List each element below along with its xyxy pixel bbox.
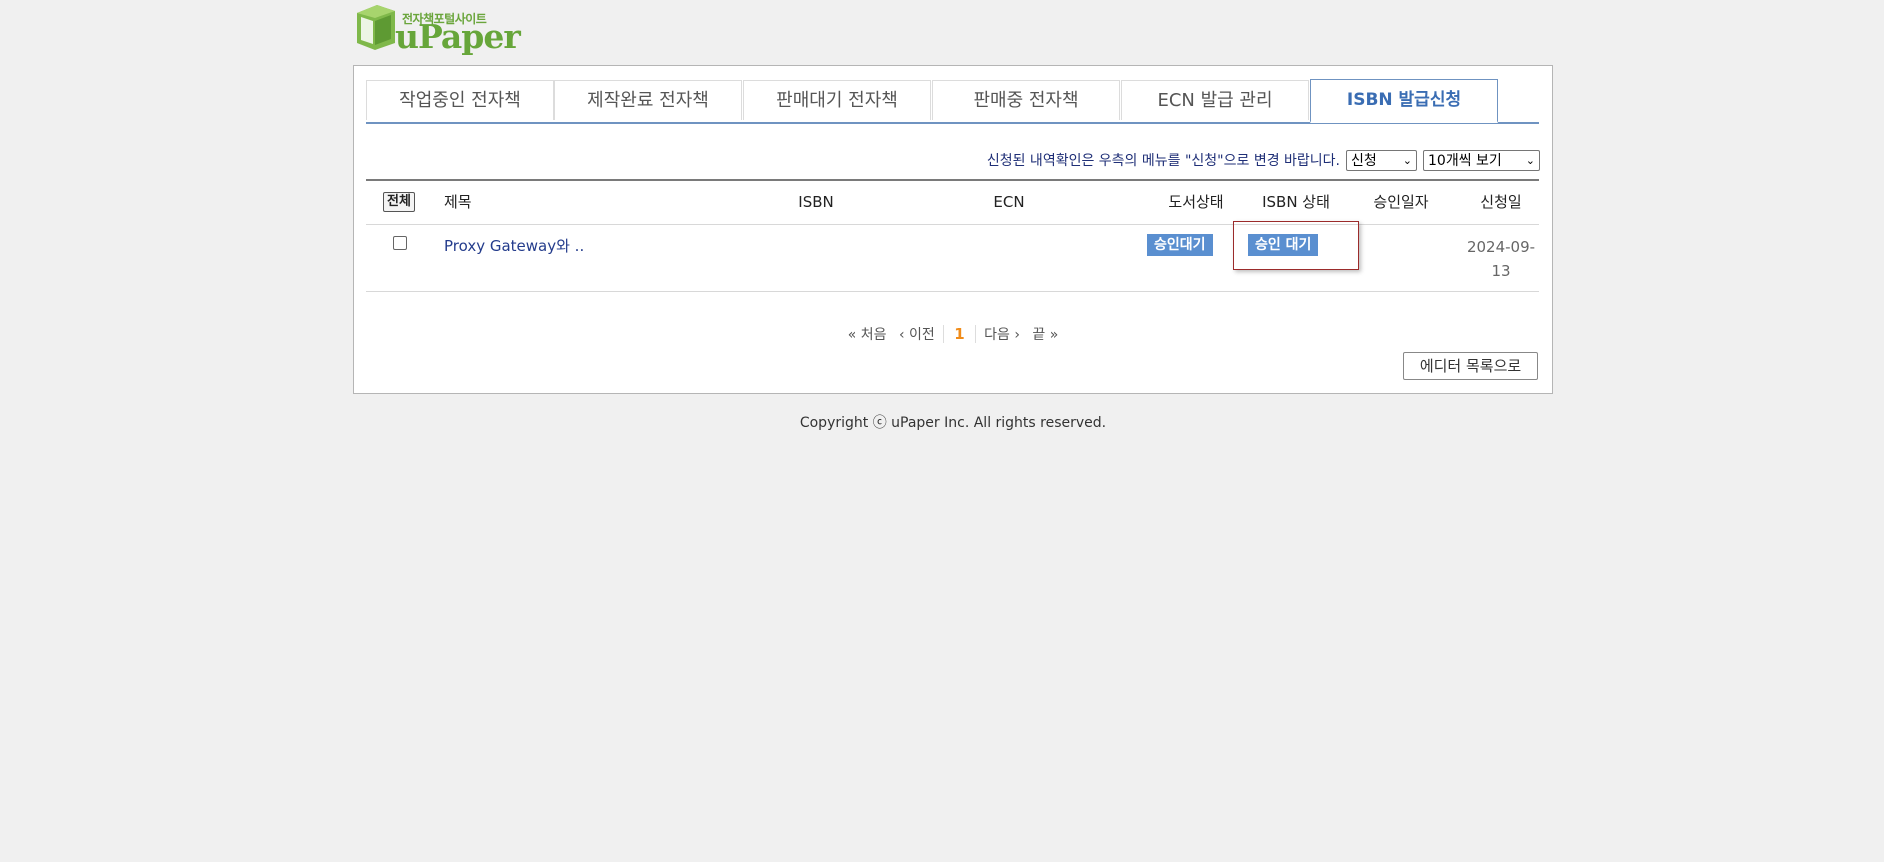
tab-ecn-management[interactable]: ECN 발급 관리	[1121, 80, 1309, 120]
header-book-status: 도서상태	[1168, 193, 1224, 211]
pager-prev[interactable]: ‹ 이전	[899, 324, 935, 344]
header-ecn: ECN	[993, 193, 1025, 211]
tab-isbn-request[interactable]: ISBN 발급신청	[1310, 79, 1498, 123]
pagination: « 처음 ‹ 이전 1 다음 › 끝 »	[354, 324, 1552, 344]
header-isbn-status: ISBN 상태	[1262, 193, 1330, 211]
isbn-request-table: 전체 제목 ISBN ECN 도서상태 ISBN 상태 승인일자 신청일 Pro…	[366, 179, 1539, 292]
status-select[interactable]: 신청 ⌄	[1346, 149, 1417, 171]
tab-in-progress[interactable]: 작업중인 전자책	[366, 80, 554, 120]
pager-current-page[interactable]: 1	[943, 325, 976, 343]
table-header: 전체 제목 ISBN ECN 도서상태 ISBN 상태 승인일자 신청일	[366, 181, 1539, 225]
logo-book-icon	[357, 5, 395, 50]
row-checkbox[interactable]	[393, 236, 407, 250]
header-request-date: 신청일	[1480, 193, 1522, 211]
pager-first[interactable]: « 처음	[848, 324, 887, 344]
footer-copyright: Copyright ⓒ uPaper Inc. All rights reser…	[799, 415, 1107, 431]
header-title: 제목	[444, 193, 472, 211]
upaper-logo[interactable]: 전자책포털사이트 uPaper	[353, 3, 521, 56]
header-approval-date: 승인일자	[1373, 193, 1429, 211]
request-date-line2: 13	[1491, 262, 1511, 280]
header-isbn: ISBN	[798, 193, 834, 211]
page-size-select-value: 10개씩 보기	[1428, 153, 1502, 169]
editor-list-button[interactable]: 에디터 목록으로	[1403, 352, 1538, 380]
tab-on-sale[interactable]: 판매중 전자책	[932, 80, 1120, 120]
main-panel: 작업중인 전자책 제작완료 전자책 판매대기 전자책 판매중 전자책 ECN 발…	[353, 65, 1553, 394]
pager-next[interactable]: 다음 ›	[984, 324, 1020, 344]
book-title-link[interactable]: Proxy Gateway와 ..	[444, 225, 584, 267]
select-all-button[interactable]: 전체	[383, 192, 415, 212]
request-date-line1: 2024-09-	[1466, 238, 1536, 256]
tab-pending-sale[interactable]: 판매대기 전자책	[743, 80, 931, 120]
status-select-value: 신청	[1351, 153, 1377, 169]
logo-wordmark: uPaper	[395, 17, 521, 56]
page-size-select[interactable]: 10개씩 보기 ⌄	[1423, 149, 1540, 171]
chevron-down-icon: ⌄	[1525, 153, 1535, 167]
tab-completed[interactable]: 제작완료 전자책	[554, 80, 742, 120]
notice-text: 신청된 내역확인은 우측의 메뉴를 "신청"으로 변경 바랍니다.	[986, 153, 1340, 169]
tab-bar: 작업중인 전자책 제작완료 전자책 판매대기 전자책 판매중 전자책 ECN 발…	[366, 79, 1539, 124]
book-status-badge: 승인대기	[1147, 234, 1213, 256]
filter-row: 신청된 내역확인은 우측의 메뉴를 "신청"으로 변경 바랍니다. 신청 ⌄ 1…	[987, 149, 1540, 171]
row-request-date: 2024-09- 13	[1456, 235, 1546, 283]
table-row: Proxy Gateway와 .. 승인대기 승인 대기 2024-09- 13	[366, 221, 1539, 292]
highlight-box	[1233, 221, 1359, 270]
pager-last[interactable]: 끝 »	[1032, 324, 1058, 344]
chevron-down-icon: ⌄	[1402, 153, 1412, 167]
